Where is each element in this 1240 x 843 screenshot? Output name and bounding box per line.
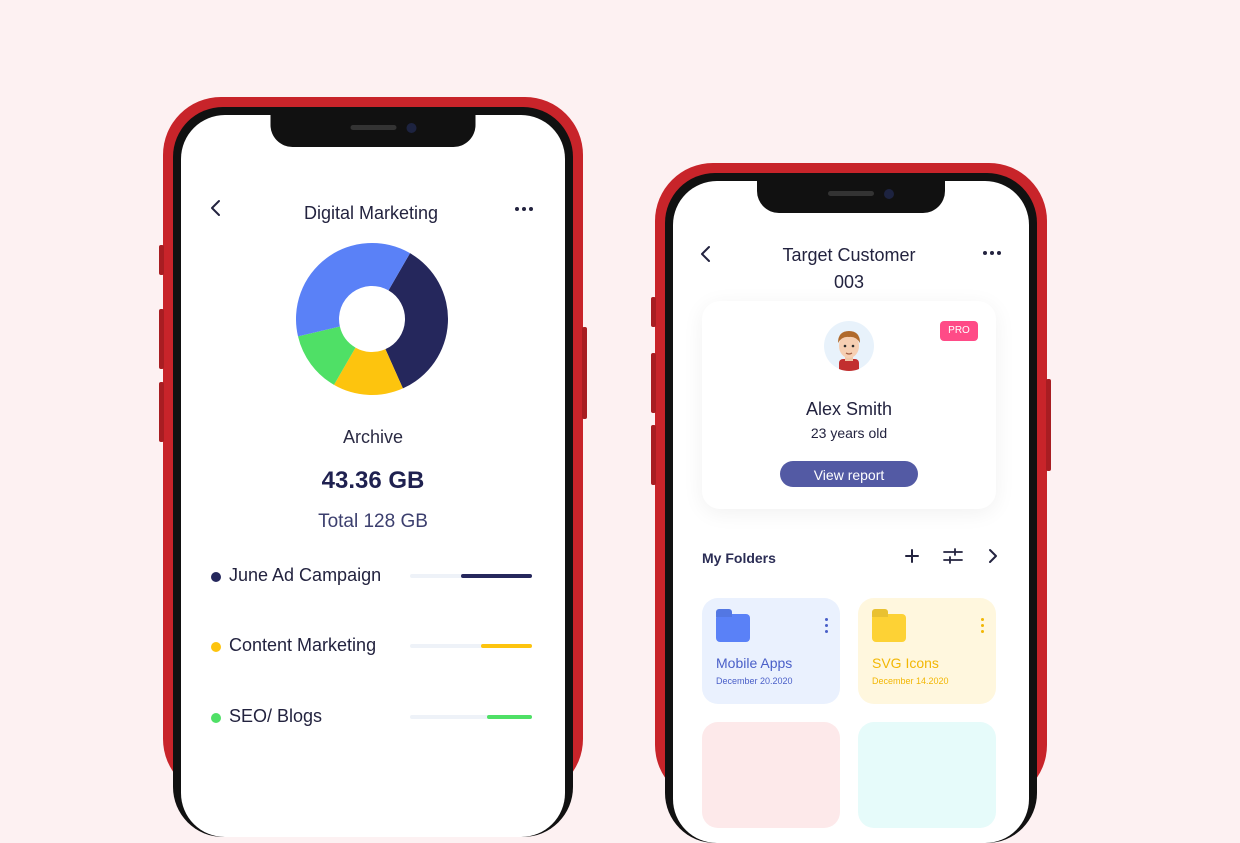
archive-used-value: 43.36 GB [321,467,425,494]
page-title-line2: 003 [833,272,865,292]
phone-power-button [1046,379,1051,471]
category-progress-track [410,574,532,578]
folder-card-svg-icons[interactable]: SVG Icons December 14.2020 [858,598,996,704]
category-row-seo-blogs[interactable]: SEO/ Blogs [211,704,532,730]
add-folder-button[interactable] [905,549,919,568]
category-dot [211,713,221,723]
profile-age: 23 years old [810,425,888,441]
more-vertical-icon [981,618,984,621]
more-options-button[interactable] [515,207,533,211]
chevron-left-icon [211,200,220,216]
front-camera [406,123,417,133]
folder-menu-button[interactable] [981,618,984,633]
folder-name: SVG Icons [872,655,939,671]
profile-card: PRO Alex Smith 23 years old View report [702,301,996,509]
phone-screen-digital-marketing: Digital Marketing Archive 43.36 GB Total… [181,115,565,837]
speaker-grill [828,191,874,196]
page-title-line1: Target Customer [782,245,916,265]
front-camera [884,189,894,199]
more-vertical-icon [825,618,828,621]
folder-date: December 14.2020 [872,676,949,686]
pro-badge: PRO [940,321,978,341]
more-horizontal-icon [983,251,987,255]
back-button[interactable] [699,245,713,268]
speaker-grill [350,125,396,130]
category-dot [211,572,221,582]
category-progress-track [410,715,532,719]
category-label: June Ad Campaign [229,565,382,585]
folder-card-mobile-apps[interactable]: Mobile Apps December 20.2020 [702,598,840,704]
folder-icon [872,614,906,642]
archive-label: Archive [342,427,404,447]
folder-date: December 20.2020 [716,676,793,686]
archive-total-value: Total 128 GB [318,511,428,532]
category-row-june-ad-campaign[interactable]: June Ad Campaign [211,563,532,589]
see-all-folders-button[interactable] [987,548,999,569]
filter-folders-button[interactable] [943,548,963,569]
category-progress-fill [480,644,532,648]
phone-notch [270,115,476,147]
phone-notch [757,181,945,213]
phone-volume-up [159,309,164,369]
phone-mute-switch [651,297,656,327]
category-progress-fill [486,715,532,719]
phone-mute-switch [159,245,164,275]
sliders-icon [943,548,963,564]
category-label: SEO/ Blogs [229,706,323,726]
category-label: Content Marketing [229,635,377,655]
phone-screen-target-customer: Target Customer 003 PRO Alex Smith 23 ye… [673,181,1029,843]
folder-card-partial[interactable] [702,722,840,828]
page-title: Target Customer 003 [739,245,959,293]
more-options-button[interactable] [983,251,1001,255]
category-progress-fill [461,574,532,578]
profile-name: Alex Smith [805,399,893,419]
plus-icon [905,549,919,563]
folder-menu-button[interactable] [825,618,828,633]
avatar [824,321,874,371]
view-report-button[interactable]: View report [780,461,918,487]
phone-left: Digital Marketing Archive 43.36 GB Total… [159,97,587,837]
category-row-content-marketing[interactable]: Content Marketing [211,633,532,659]
folder-name: Mobile Apps [716,655,793,671]
phone-volume-up [651,353,656,413]
page-title: Digital Marketing [303,203,439,223]
phone-volume-down [651,425,656,485]
phone-right: Target Customer 003 PRO Alex Smith 23 ye… [651,163,1051,843]
phone-power-button [582,327,587,419]
showcase-canvas: { "colors": { "background": "#fdf1f2", "… [0,0,1240,843]
category-dot [211,642,221,652]
more-horizontal-icon [515,207,519,211]
phone-volume-down [159,382,164,442]
folder-icon [716,614,750,642]
avatar-illustration [838,331,860,371]
back-button[interactable] [209,199,223,222]
my-folders-heading: My Folders [702,550,776,566]
chevron-right-icon [989,549,997,563]
category-progress-track [410,644,532,648]
storage-donut-chart [296,242,448,395]
chevron-left-icon [701,246,710,262]
folder-card-partial[interactable] [858,722,996,828]
